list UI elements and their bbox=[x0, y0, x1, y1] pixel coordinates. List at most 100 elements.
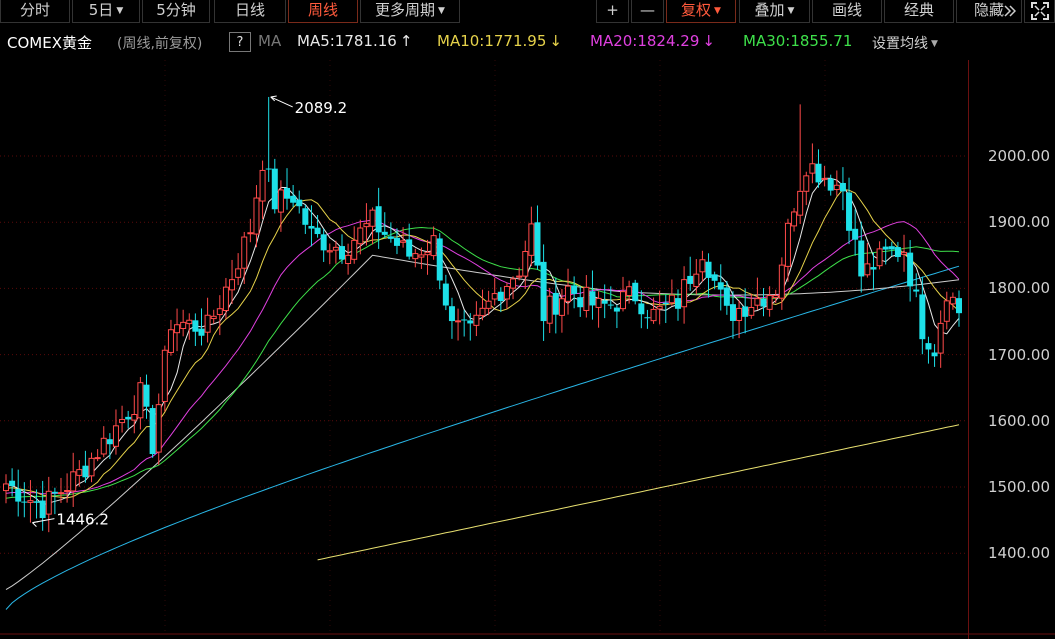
fullscreen-icon[interactable] bbox=[1024, 0, 1055, 23]
ma-label[interactable]: MA bbox=[258, 32, 281, 50]
help-button[interactable]: ? bbox=[229, 32, 251, 52]
candle-body bbox=[595, 297, 602, 308]
candle-body bbox=[571, 285, 578, 294]
candle-up bbox=[766, 286, 773, 317]
candle-body bbox=[687, 275, 694, 284]
candle-body bbox=[894, 247, 901, 258]
candle-body bbox=[387, 236, 394, 239]
candle-up bbox=[229, 259, 236, 304]
candle-up bbox=[235, 253, 242, 286]
candle-up bbox=[583, 275, 590, 318]
tab-period-5[interactable]: 更多周期 ▼ bbox=[360, 0, 460, 23]
candle-down bbox=[839, 167, 846, 211]
candle-up bbox=[772, 289, 779, 303]
candle-down bbox=[907, 240, 914, 302]
candle-body bbox=[442, 283, 449, 306]
candle-down bbox=[571, 276, 578, 309]
candle-body bbox=[858, 240, 865, 277]
candle-body bbox=[846, 192, 853, 231]
candle-body bbox=[772, 295, 779, 299]
candle-body bbox=[119, 418, 126, 424]
candle-body bbox=[510, 278, 517, 289]
candle-body bbox=[638, 303, 645, 315]
candle-body bbox=[229, 279, 236, 291]
candle-body bbox=[338, 246, 345, 260]
candle-body bbox=[803, 175, 810, 192]
candle-body bbox=[192, 320, 199, 332]
candle-body bbox=[784, 222, 791, 267]
candle-up bbox=[3, 474, 9, 504]
candle-up bbox=[595, 291, 602, 328]
tab-period-1[interactable]: 5日 ▼ bbox=[72, 0, 140, 23]
candle-up bbox=[210, 309, 217, 324]
candle-body bbox=[204, 314, 211, 333]
candle-down bbox=[644, 309, 651, 329]
candle-body bbox=[21, 501, 28, 503]
candle-body bbox=[956, 298, 962, 314]
y-tick-label: 2000.00 bbox=[987, 147, 1050, 165]
annotation-label: 2089.2 bbox=[295, 99, 348, 117]
candle-down bbox=[497, 287, 504, 313]
double-chevron-right-icon[interactable] bbox=[1000, 0, 1020, 23]
candle-body bbox=[9, 480, 16, 486]
candle-down bbox=[265, 96, 272, 182]
period-toolbar: 分时 5日 ▼ 5分钟 日线 周线 更多周期 ▼ + — 复权 ▼ 叠加 ▼ 画线 经典 隐藏 bbox=[0, 0, 1055, 24]
tab-label: + bbox=[606, 1, 619, 19]
candle-body bbox=[76, 469, 83, 476]
candle-body bbox=[882, 246, 889, 250]
tab-tool-4[interactable]: 画线 bbox=[812, 0, 882, 23]
chevron-down-icon: ▼ bbox=[931, 39, 938, 49]
candle-up bbox=[943, 291, 950, 330]
candle-body bbox=[51, 491, 58, 494]
candle-down bbox=[296, 190, 303, 214]
tab-period-3[interactable]: 日线 bbox=[214, 0, 286, 23]
candle-body bbox=[375, 206, 382, 233]
candle-body bbox=[430, 235, 437, 257]
tab-tool-2[interactable]: 复权 ▼ bbox=[666, 0, 736, 23]
candle-body bbox=[644, 317, 651, 319]
candle-up bbox=[681, 266, 688, 324]
candle-body bbox=[326, 250, 333, 253]
candle-body bbox=[265, 168, 272, 170]
candle-up bbox=[821, 165, 828, 187]
tab-tool-5[interactable]: 经典 bbox=[884, 0, 954, 23]
tab-period-4[interactable]: 周线 bbox=[288, 0, 358, 23]
y-tick-label: 1600.00 bbox=[987, 411, 1050, 430]
candle-up bbox=[479, 289, 486, 321]
tab-period-2[interactable]: 5分钟 bbox=[142, 0, 210, 23]
candle-body bbox=[864, 263, 871, 276]
tab-tool-1[interactable]: — bbox=[631, 0, 664, 23]
candle-body bbox=[681, 279, 688, 308]
candle-body bbox=[558, 298, 565, 316]
candle-down bbox=[467, 313, 474, 341]
candle-up bbox=[503, 282, 510, 309]
candles bbox=[3, 96, 962, 533]
candle-body bbox=[503, 285, 510, 300]
ma250-line bbox=[317, 424, 960, 561]
candle-down bbox=[931, 344, 938, 367]
candle-body bbox=[308, 226, 315, 229]
candle-body bbox=[277, 189, 284, 213]
candle-body bbox=[766, 295, 773, 310]
candle-body bbox=[131, 414, 138, 421]
candle-body bbox=[186, 319, 193, 325]
candle-body bbox=[876, 248, 883, 267]
candle-body bbox=[931, 352, 938, 357]
ma-settings-dropdown[interactable]: 设置均线 ▼ bbox=[872, 33, 938, 53]
tab-tool-0[interactable]: + bbox=[596, 0, 629, 23]
candle-down bbox=[577, 286, 584, 317]
candle-up bbox=[797, 104, 804, 224]
candle-body bbox=[320, 234, 327, 251]
candle-body bbox=[613, 307, 620, 312]
tab-tool-3[interactable]: 叠加 ▼ bbox=[739, 0, 810, 23]
candlestick-chart[interactable]: 2089.2 1446.2 bbox=[0, 60, 1055, 639]
candle-up bbox=[876, 241, 883, 270]
candle-down bbox=[846, 177, 853, 245]
candle-down bbox=[302, 204, 309, 234]
candle-down bbox=[393, 228, 400, 255]
tab-period-0[interactable]: 分时 bbox=[0, 0, 70, 23]
candle-body bbox=[70, 471, 77, 492]
candle-down bbox=[534, 205, 541, 270]
candle-body bbox=[369, 209, 376, 227]
candle-up bbox=[161, 345, 168, 412]
